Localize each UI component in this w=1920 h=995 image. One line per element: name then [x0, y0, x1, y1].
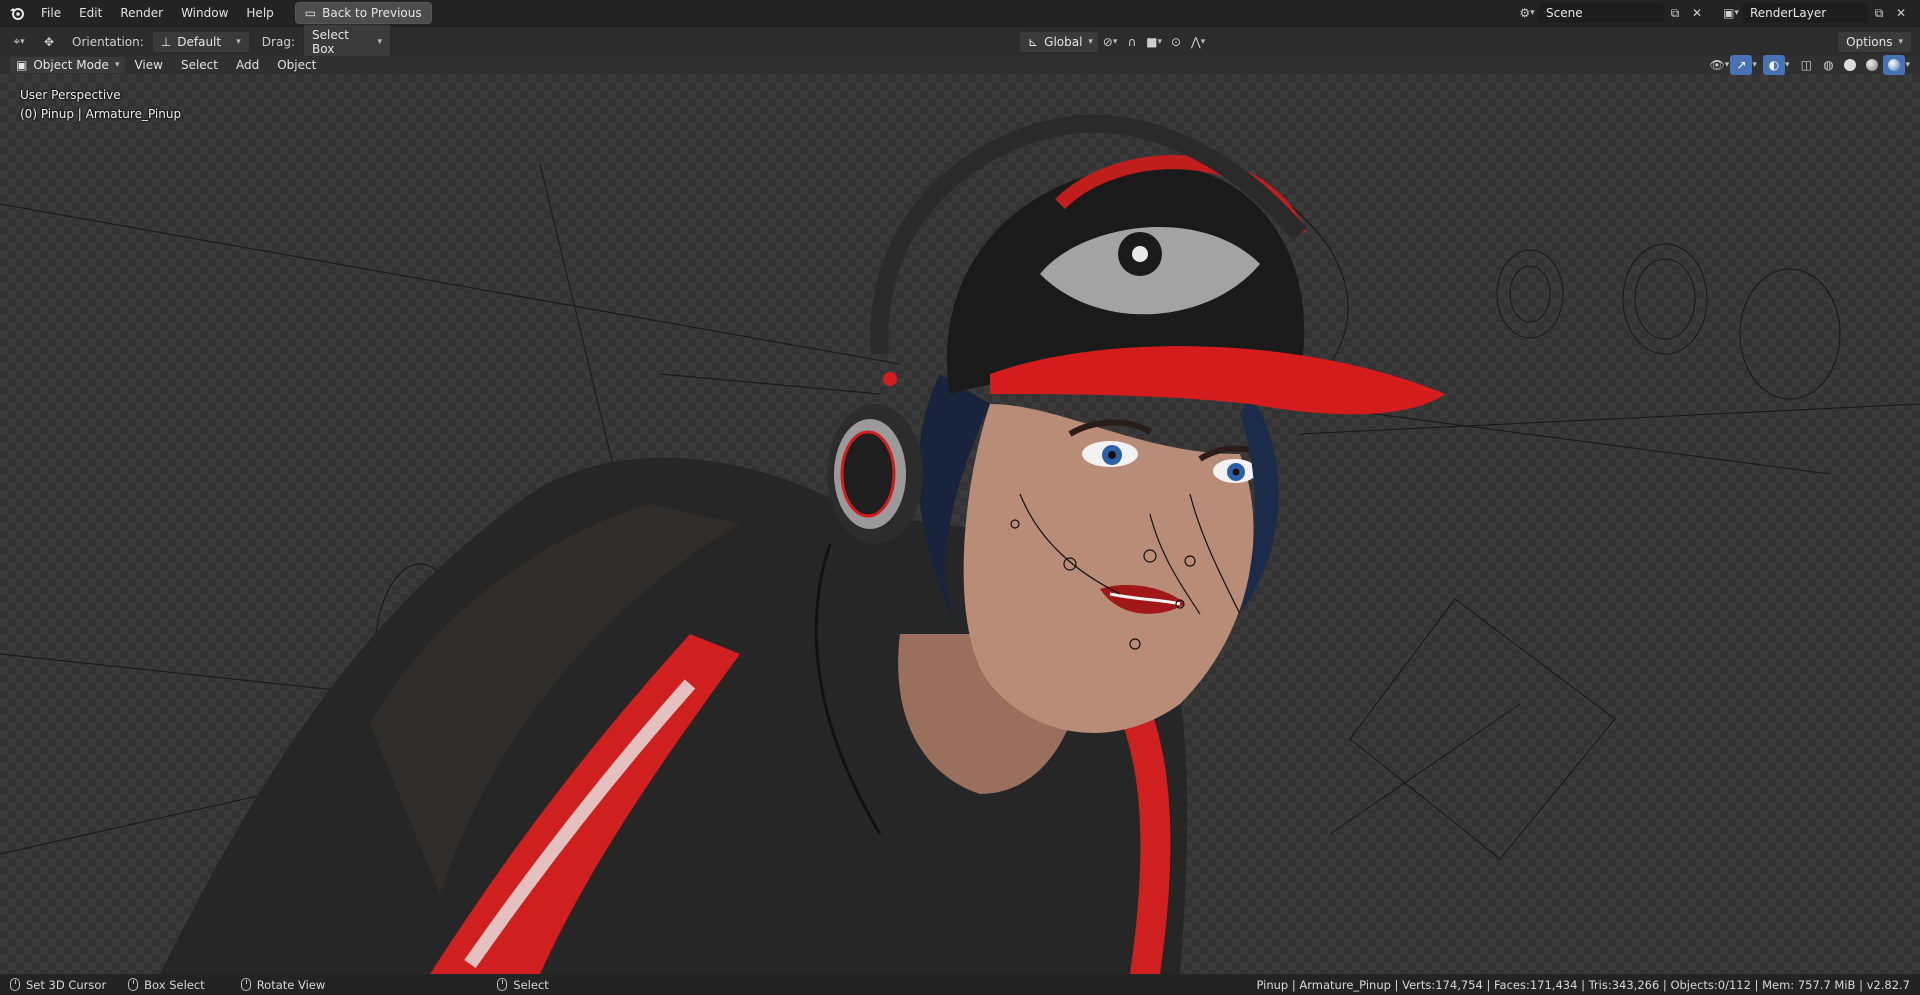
- menu-file[interactable]: File: [32, 3, 70, 23]
- 3d-viewport[interactable]: User Perspective (0) Pinup | Armature_Pi…: [0, 74, 1920, 974]
- chevron-down-icon: ▾: [114, 60, 120, 70]
- hint-select: Select: [497, 977, 549, 992]
- menu-add[interactable]: Add: [227, 55, 268, 75]
- tool-settings-bar: ⌖ ▾ ✥ Orientation: ⊥ Default ▾ Drag: Sele…: [0, 23, 1920, 60]
- menu-view[interactable]: View: [125, 55, 171, 75]
- delete-layer-icon[interactable]: ✕: [1890, 3, 1912, 23]
- xray-icon[interactable]: ◫: [1795, 55, 1817, 75]
- transform-orientation-value: Global: [1044, 34, 1083, 49]
- transform-orientation-dropdown[interactable]: ⊾ Global ▾: [1019, 30, 1100, 53]
- overlays-icon[interactable]: ◐: [1762, 55, 1785, 75]
- object-mode-icon: ▣: [16, 58, 28, 72]
- hint-label: Set 3D Cursor: [26, 977, 107, 992]
- chevron-down-icon[interactable]: ▾: [1905, 60, 1910, 70]
- chevron-down-icon: ▾: [1088, 36, 1093, 47]
- pivot-point-icon[interactable]: ⊘ ▾: [1099, 32, 1121, 52]
- cap-visor: [990, 346, 1445, 415]
- axis-icon: ⊥: [160, 34, 172, 49]
- viewport-header: ▣ Object Mode ▾ View Select Add Object 👁…: [0, 55, 1920, 75]
- new-layer-icon[interactable]: ⧉: [1868, 3, 1890, 23]
- menu-render[interactable]: Render: [111, 3, 172, 23]
- delete-scene-icon[interactable]: ✕: [1686, 3, 1708, 23]
- scene-render: [0, 114, 1920, 974]
- new-scene-icon[interactable]: ⧉: [1664, 3, 1686, 23]
- chevron-down-icon[interactable]: ▾: [1752, 60, 1757, 70]
- gizmo-icon[interactable]: ↗: [1730, 55, 1753, 75]
- orientation-value: Default: [177, 34, 222, 49]
- hint-label: Box Select: [144, 977, 205, 992]
- orientation-label: Orientation:: [72, 34, 144, 49]
- mouse-drag-icon: [128, 978, 139, 991]
- perspective-label: User Perspective: [20, 88, 121, 102]
- hint-box-select: Box Select: [128, 978, 205, 992]
- status-bar: Set 3D Cursor Box Select Rotate View Sel…: [0, 974, 1920, 995]
- options-dropdown[interactable]: Options ▾: [1837, 30, 1913, 53]
- visibility-icon[interactable]: 👁 ▾: [1708, 55, 1730, 75]
- drag-label: Drag:: [261, 34, 295, 49]
- hint-set-3d-cursor: Set 3D Cursor: [10, 978, 106, 992]
- top-bar: File Edit Render Window Help ▭ Back to P…: [0, 0, 1920, 26]
- screen-icon: ▭: [304, 6, 317, 20]
- mouse-right-icon: [497, 978, 508, 991]
- global-axis-icon: ⊾: [1028, 34, 1039, 49]
- hint-label: Rotate View: [256, 977, 326, 992]
- chevron-down-icon: ▾: [1898, 36, 1904, 47]
- falloff-icon[interactable]: ⋀ ▾: [1187, 32, 1209, 52]
- hint-rotate-view: Rotate View: [240, 977, 326, 992]
- chevron-down-icon: ▾: [236, 36, 241, 47]
- mode-value: Object Mode: [33, 58, 109, 72]
- chevron-down-icon[interactable]: ▾: [1785, 60, 1790, 70]
- editor-type-icon[interactable]: ⌖ ▾: [8, 32, 30, 52]
- render-layer-icon[interactable]: ▣ ▾: [1720, 3, 1742, 23]
- orientation-dropdown[interactable]: ⊥ Default ▾: [151, 30, 250, 53]
- mouse-middle-icon: [240, 978, 251, 991]
- snap-icon[interactable]: ∩: [1121, 32, 1143, 52]
- options-label: Options: [1846, 34, 1893, 49]
- material-shading-icon[interactable]: [1861, 55, 1883, 75]
- blender-logo-icon[interactable]: [8, 4, 26, 22]
- back-to-previous-button[interactable]: ▭ Back to Previous: [294, 2, 432, 24]
- render-layer-field[interactable]: RenderLayer: [1742, 3, 1868, 23]
- mouse-left-icon: [10, 978, 20, 991]
- move-tool-icon[interactable]: ✥: [38, 32, 60, 52]
- wireframe-shading-icon[interactable]: ◍: [1817, 55, 1839, 75]
- scene-name-field[interactable]: Scene: [1538, 3, 1664, 23]
- scene-icon[interactable]: ⚙ ▾: [1516, 3, 1538, 23]
- menu-select[interactable]: Select: [172, 55, 227, 75]
- chevron-down-icon: ▾: [377, 36, 382, 47]
- active-object-label: (0) Pinup | Armature_Pinup: [20, 107, 182, 121]
- solid-shading-icon[interactable]: [1839, 55, 1861, 75]
- rendered-shading-icon[interactable]: [1883, 55, 1906, 75]
- menu-help[interactable]: Help: [237, 3, 282, 23]
- back-to-previous-label: Back to Previous: [322, 6, 422, 20]
- menu-object[interactable]: Object: [268, 55, 325, 75]
- scene-statistics: Pinup | Armature_Pinup | Verts:174,754 |…: [1256, 977, 1910, 992]
- menu-edit[interactable]: Edit: [70, 3, 111, 23]
- menu-window[interactable]: Window: [172, 3, 237, 23]
- proportional-edit-icon[interactable]: ⊙: [1165, 32, 1187, 52]
- drag-value: Select Box: [311, 27, 350, 56]
- snap-target-icon[interactable]: ■ ▾: [1143, 32, 1165, 52]
- hint-label: Select: [513, 977, 549, 992]
- mode-dropdown[interactable]: ▣ Object Mode ▾: [10, 57, 126, 73]
